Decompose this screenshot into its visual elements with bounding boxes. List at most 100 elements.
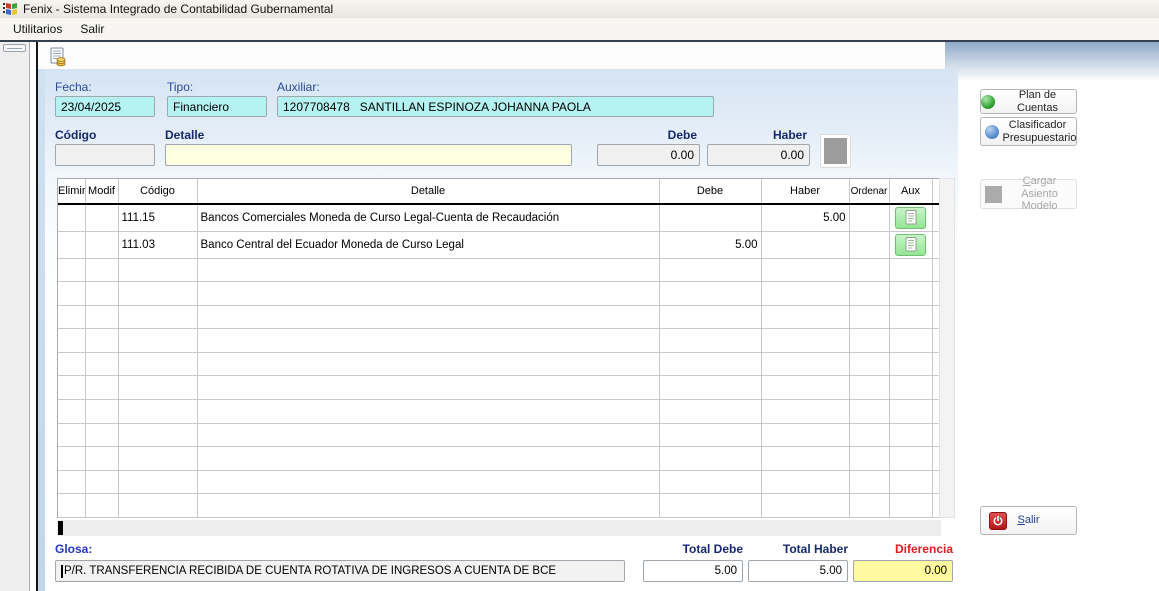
table-cell-empty[interactable]	[118, 447, 197, 471]
table-cell-empty[interactable]	[849, 305, 889, 329]
table-cell-empty[interactable]	[118, 494, 197, 518]
table-cell-empty[interactable]	[118, 400, 197, 424]
table-cell-empty[interactable]	[85, 400, 118, 424]
table-cell-empty[interactable]	[197, 494, 659, 518]
table-cell-empty[interactable]	[761, 305, 849, 329]
table-cell-empty[interactable]	[932, 447, 939, 471]
horizontal-scrollbar[interactable]	[57, 520, 941, 536]
table-cell-empty[interactable]	[889, 423, 932, 447]
table-cell-empty[interactable]	[85, 470, 118, 494]
entry-action-button[interactable]	[820, 134, 851, 168]
table-cell-empty[interactable]	[58, 376, 85, 400]
vertical-scrollbar[interactable]	[939, 178, 955, 518]
table-cell-empty[interactable]	[761, 376, 849, 400]
table-cell-empty[interactable]	[85, 376, 118, 400]
table-cell-empty[interactable]	[849, 447, 889, 471]
cargar-asiento-modelo-button[interactable]: Cargar Asiento Modelo	[980, 179, 1077, 209]
haber-input[interactable]: 0.00	[707, 144, 810, 166]
table-cell-elimin[interactable]	[58, 231, 85, 258]
table-cell-empty[interactable]	[889, 470, 932, 494]
table-cell-empty[interactable]	[197, 400, 659, 424]
table-cell-empty[interactable]	[58, 258, 85, 282]
panel-grip[interactable]	[3, 44, 26, 52]
table-cell-empty[interactable]	[659, 258, 761, 282]
table-cell-empty[interactable]	[58, 329, 85, 353]
table-cell-empty[interactable]	[889, 258, 932, 282]
glosa-input[interactable]: P/R. TRANSFERENCIA RECIBIDA DE CUENTA RO…	[55, 560, 625, 582]
table-cell-aux[interactable]	[889, 204, 932, 231]
table-cell-empty[interactable]	[118, 282, 197, 306]
table-cell-empty[interactable]	[889, 494, 932, 518]
table-cell-codigo[interactable]: 111.03	[118, 231, 197, 258]
table-cell-empty[interactable]	[761, 329, 849, 353]
auxiliar-field[interactable]: 1207708478 SANTILLAN ESPINOZA JOHANNA PA…	[277, 96, 714, 117]
salir-button[interactable]: Salir	[980, 506, 1077, 535]
table-cell-empty[interactable]	[85, 423, 118, 447]
table-cell-empty[interactable]	[197, 258, 659, 282]
table-cell-empty[interactable]	[849, 376, 889, 400]
table-cell-empty[interactable]	[932, 258, 939, 282]
table-cell-empty[interactable]	[761, 352, 849, 376]
table-cell-modif[interactable]	[85, 204, 118, 231]
table-cell-codigo[interactable]: 111.15	[118, 204, 197, 231]
table-cell-empty[interactable]	[197, 376, 659, 400]
table-cell-empty[interactable]	[849, 329, 889, 353]
debe-input[interactable]: 0.00	[597, 144, 700, 166]
aux-button[interactable]	[895, 234, 926, 256]
table-row-empty[interactable]	[58, 352, 939, 376]
table-cell-empty[interactable]	[197, 305, 659, 329]
table-cell-empty[interactable]	[932, 329, 939, 353]
table-cell-empty[interactable]	[849, 494, 889, 518]
table-cell-empty[interactable]	[197, 470, 659, 494]
table-row-empty[interactable]	[58, 447, 939, 471]
table-cell-empty[interactable]	[889, 400, 932, 424]
table-header-debe[interactable]: Debe	[659, 179, 761, 204]
table-cell-debe[interactable]	[659, 204, 761, 231]
table-row-empty[interactable]	[58, 282, 939, 306]
table-cell-empty[interactable]	[85, 258, 118, 282]
table-row-empty[interactable]	[58, 494, 939, 518]
table-cell-debe[interactable]: 5.00	[659, 231, 761, 258]
table-cell-empty[interactable]	[889, 329, 932, 353]
table-cell-empty[interactable]	[889, 352, 932, 376]
table-cell-empty[interactable]	[932, 352, 939, 376]
table-cell-empty[interactable]	[58, 352, 85, 376]
table-cell-empty[interactable]	[85, 282, 118, 306]
table-cell-empty[interactable]	[889, 305, 932, 329]
table-cell-empty[interactable]	[118, 329, 197, 353]
table-cell-empty[interactable]	[85, 305, 118, 329]
table-cell-empty[interactable]	[197, 352, 659, 376]
detalle-input[interactable]	[165, 144, 572, 166]
table-cell-haber[interactable]	[761, 231, 849, 258]
table-cell-empty[interactable]	[58, 282, 85, 306]
table-cell-empty[interactable]	[849, 400, 889, 424]
table-cell-empty[interactable]	[659, 282, 761, 306]
table-cell-empty[interactable]	[118, 305, 197, 329]
table-row-empty[interactable]	[58, 258, 939, 282]
table-row-empty[interactable]	[58, 470, 939, 494]
table-header-detalle[interactable]: Detalle	[197, 179, 659, 204]
table-header-ordenar[interactable]: Ordenar	[849, 179, 889, 204]
fecha-field[interactable]: 23/04/2025	[55, 96, 155, 117]
table-header-elimin[interactable]: Elimin	[58, 179, 85, 204]
table-row-empty[interactable]	[58, 329, 939, 353]
table-header-aux[interactable]: Aux	[889, 179, 932, 204]
table-cell-empty[interactable]	[932, 376, 939, 400]
table-row[interactable]: 111.03Banco Central del Ecuador Moneda d…	[58, 231, 939, 258]
table-cell-empty[interactable]	[58, 305, 85, 329]
table-cell-empty[interactable]	[85, 447, 118, 471]
table-cell-detalle[interactable]: Bancos Comerciales Moneda de Curso Legal…	[197, 204, 659, 231]
aux-button[interactable]	[895, 207, 926, 229]
table-cell-empty[interactable]	[118, 376, 197, 400]
table-cell-aux[interactable]	[889, 231, 932, 258]
table-cell-empty[interactable]	[197, 329, 659, 353]
table-header-haber[interactable]: Haber	[761, 179, 849, 204]
table-row[interactable]: 111.15Bancos Comerciales Moneda de Curso…	[58, 204, 939, 231]
table-cell-empty[interactable]	[849, 470, 889, 494]
codigo-input[interactable]	[55, 144, 155, 166]
new-entry-toolbar-button[interactable]	[46, 45, 68, 67]
table-cell-empty[interactable]	[932, 470, 939, 494]
table-cell-empty[interactable]	[849, 423, 889, 447]
table-cell-empty[interactable]	[118, 258, 197, 282]
table-cell-empty[interactable]	[118, 352, 197, 376]
